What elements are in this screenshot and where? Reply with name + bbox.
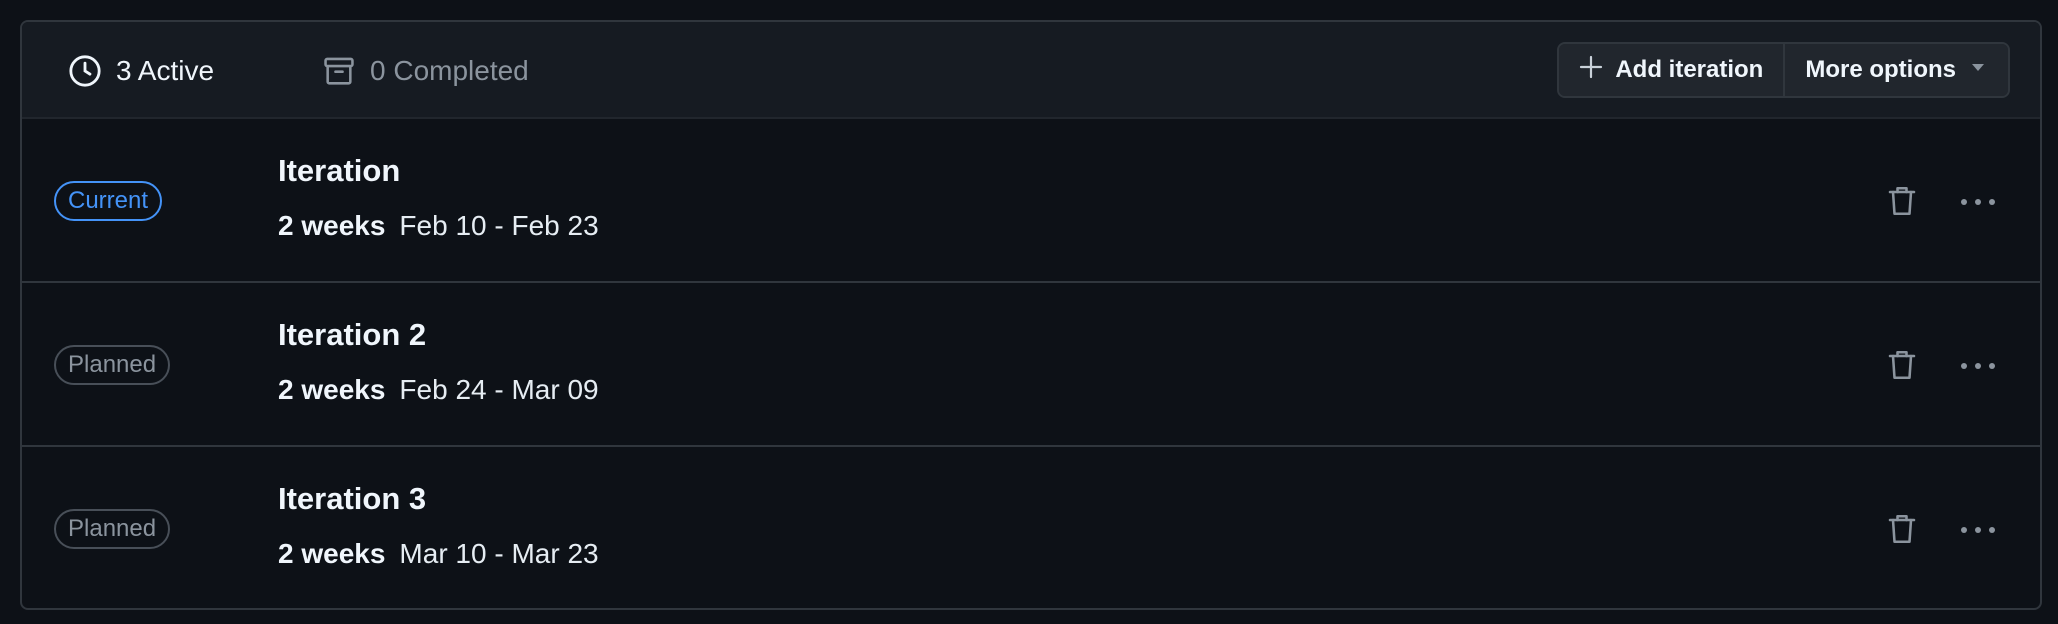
delete-iteration-button[interactable] (1880, 183, 1924, 223)
status-badge: Planned (54, 345, 171, 385)
kebab-horizontal-icon (1960, 522, 1996, 540)
iteration-meta: 2 weeks Mar 10 - Mar 23 (278, 538, 599, 570)
iteration-name[interactable]: Iteration (278, 153, 400, 189)
iteration-menu-button[interactable] (1956, 511, 2000, 551)
iteration-date-range: Feb 24 - Mar 09 (399, 374, 599, 405)
clock-icon (68, 54, 102, 88)
kebab-horizontal-icon (1960, 194, 1996, 212)
iteration-row: Planned Iteration 3 2 weeks Mar 10 - Mar … (22, 447, 2040, 608)
iteration-row: Planned Iteration 2 2 weeks Feb 24 - Mar … (22, 283, 2040, 447)
more-options-label: More options (1805, 56, 1956, 83)
add-iteration-button[interactable]: Add iteration (1559, 44, 1784, 96)
plus-icon (1579, 55, 1603, 86)
iteration-menu-button[interactable] (1956, 347, 2000, 387)
add-iteration-label: Add iteration (1615, 56, 1764, 83)
kebab-horizontal-icon (1960, 358, 1996, 376)
iteration-date-range: Mar 10 - Mar 23 (399, 538, 599, 569)
iteration-row: Current Iteration 2 weeks Feb 10 - Feb 23 (22, 119, 2040, 283)
iteration-duration: 2 weeks (278, 210, 386, 241)
filter-completed-label: 0 Completed (370, 54, 529, 86)
iteration-date-range: Feb 10 - Feb 23 (399, 210, 599, 241)
filter-active-label: 3 Active (116, 54, 215, 86)
iterations-toolbar: 3 Active 0 Completed Add iteration More … (22, 22, 2040, 119)
iteration-name[interactable]: Iteration 2 (278, 317, 426, 353)
status-badge: Planned (54, 509, 171, 549)
filter-completed[interactable]: 0 Completed (322, 22, 529, 119)
trash-icon (1887, 184, 1917, 223)
delete-iteration-button[interactable] (1880, 347, 1924, 387)
toolbar-button-group: Add iteration More options (1557, 42, 2010, 98)
trash-icon (1887, 512, 1917, 551)
iteration-duration: 2 weeks (278, 374, 386, 405)
archive-icon (322, 54, 356, 88)
iteration-menu-button[interactable] (1956, 183, 2000, 223)
filter-active[interactable]: 3 Active (68, 22, 214, 119)
iteration-name[interactable]: Iteration 3 (278, 481, 426, 517)
iteration-duration: 2 weeks (278, 538, 386, 569)
status-badge: Current (54, 181, 163, 221)
iterations-panel: 3 Active 0 Completed Add iteration More … (20, 20, 2042, 610)
more-options-button[interactable]: More options (1783, 44, 2008, 96)
trash-icon (1887, 348, 1917, 387)
iteration-meta: 2 weeks Feb 24 - Mar 09 (278, 374, 599, 406)
iteration-meta: 2 weeks Feb 10 - Feb 23 (278, 210, 599, 242)
triangle-down-icon (1968, 56, 1988, 84)
iteration-list: Current Iteration 2 weeks Feb 10 - Feb 23 (22, 119, 2040, 608)
delete-iteration-button[interactable] (1880, 511, 1924, 551)
